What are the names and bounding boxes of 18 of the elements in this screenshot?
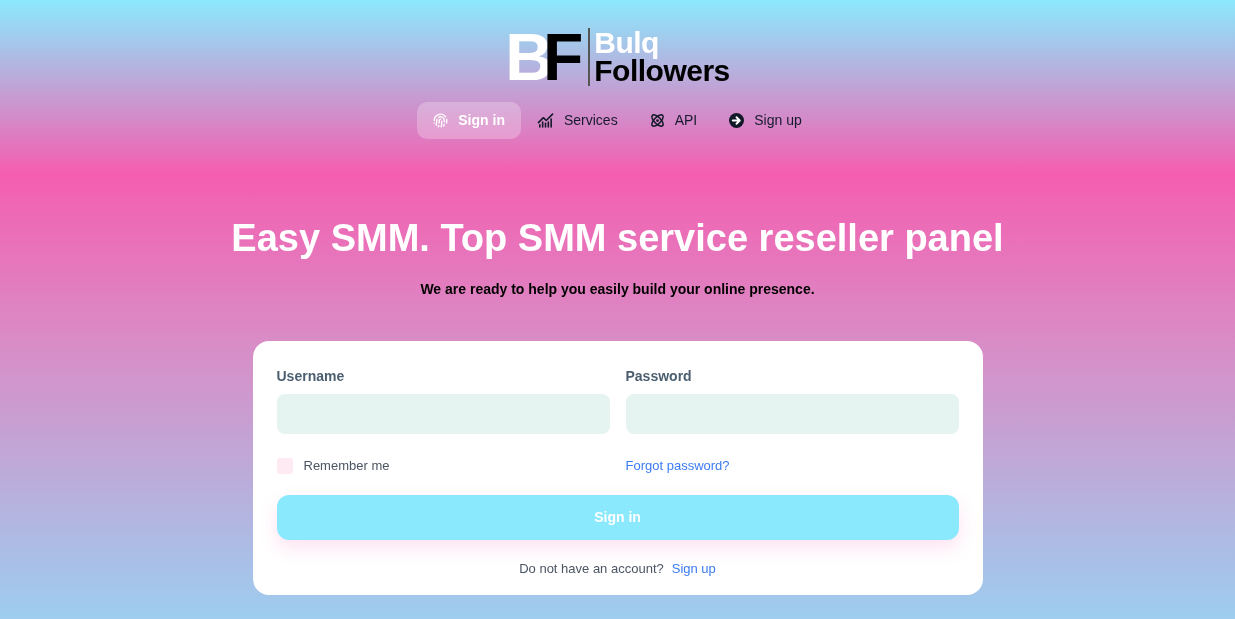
hero-title: Easy SMM. Top SMM service reseller panel [231,216,1004,261]
atom-icon [649,113,665,128]
chart-icon [536,112,554,129]
arrow-circle-icon [729,113,745,128]
fingerprint-icon [433,113,449,128]
hero-subtitle: We are ready to help you easily build your online presence. [420,280,815,299]
forgot-password-link[interactable]: Forgot password? [625,458,730,473]
nav-link[interactable]: Sign up [713,102,818,139]
input-field[interactable] [276,394,610,434]
remember-label: Remember me [303,457,390,476]
signup-prompt: Do not have an account? [519,560,664,578]
field-label: Username [276,368,346,384]
nav-link[interactable]: Services [520,102,634,139]
input-field[interactable] [625,394,959,434]
field-label: Password [625,368,693,384]
nav-link[interactable]: API [633,102,714,139]
sign-up-link[interactable]: Sign up [671,559,716,579]
logo-name: Bulq [594,29,660,57]
